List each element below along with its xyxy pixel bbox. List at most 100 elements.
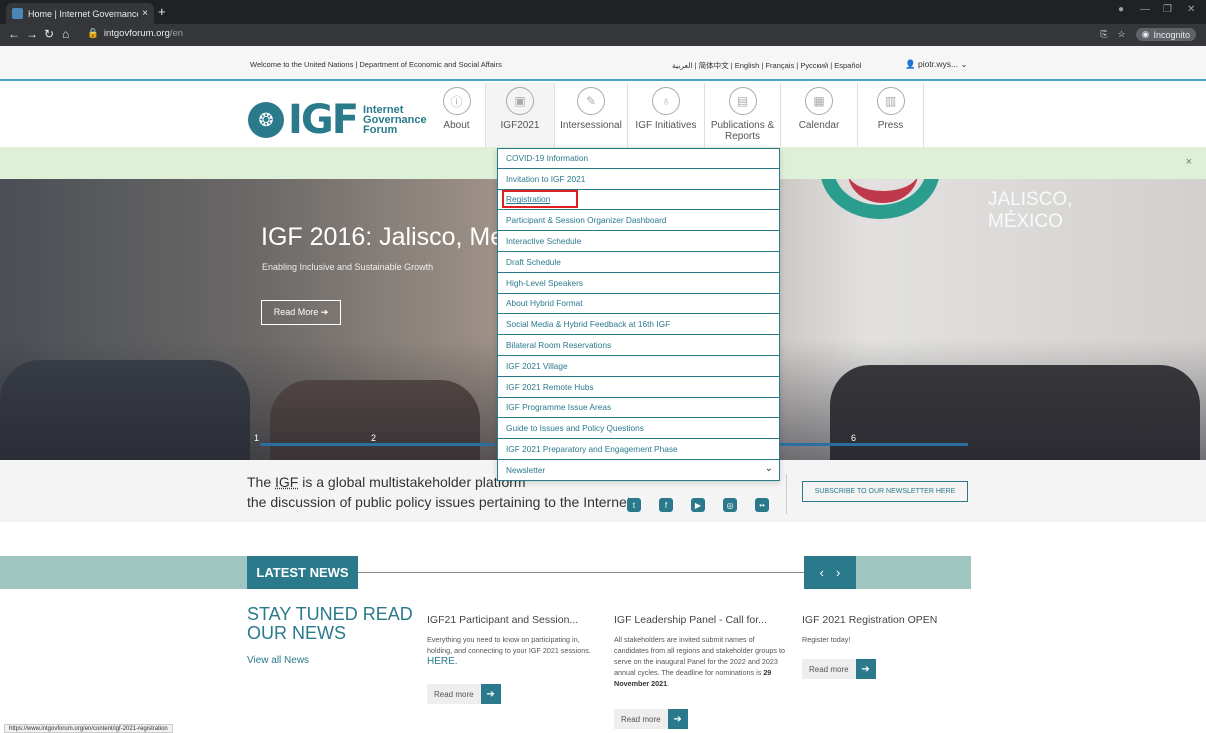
menu-item-issue-areas[interactable]: IGF Programme Issue Areas (497, 397, 780, 419)
news-card-text: Everything you need to know on participa… (427, 635, 591, 655)
menu-item-covid[interactable]: COVID-19 Information (497, 148, 780, 169)
chevron-left-icon[interactable]: ‹ (820, 565, 824, 580)
lock-icon: 🔒 (87, 28, 99, 39)
instagram-icon[interactable]: ◎ (723, 498, 737, 512)
menu-item-village[interactable]: IGF 2021 Village (497, 355, 780, 377)
menu-item-remote-hubs[interactable]: IGF 2021 Remote Hubs (497, 376, 780, 398)
new-tab-button[interactable]: + (158, 4, 166, 19)
un-separator: | (355, 60, 358, 69)
flickr-icon[interactable]: •• (755, 498, 769, 512)
menu-item-newsletter[interactable]: Newsletter ⌄ (497, 459, 780, 481)
profile-dot-icon[interactable]: ● (1118, 4, 1124, 15)
chevron-down-icon: ⌄ (764, 462, 773, 474)
close-window-icon[interactable]: ✕ (1187, 4, 1195, 15)
minimize-icon[interactable]: — (1140, 4, 1150, 15)
user-icon: 👤 (905, 59, 916, 69)
back-icon[interactable]: ← (8, 27, 20, 41)
menu-item-interactive-schedule[interactable]: Interactive Schedule (497, 231, 780, 252)
menu-item-label: About Hybrid Format (506, 298, 583, 309)
youtube-icon[interactable]: ▶ (691, 498, 705, 512)
un-welcome-link[interactable]: Welcome to the United Nations (250, 60, 353, 69)
menu-item-social-feedback[interactable]: Social Media & Hybrid Feedback at 16th I… (497, 314, 780, 336)
slide-dot-6[interactable]: 6 (851, 433, 856, 443)
logo-subtitle: Internet Governance Forum (363, 105, 427, 136)
chevron-right-icon[interactable]: › (836, 565, 840, 580)
menu-item-speakers[interactable]: High-Level Speakers (497, 272, 780, 294)
news-card-body: Register today! (802, 635, 851, 644)
browser-tab[interactable]: Home | Internet Governance Foru × (6, 3, 154, 24)
un-links: Welcome to the United Nations | Departme… (250, 60, 502, 69)
menu-item-label: IGF 2021 Remote Hubs (506, 381, 594, 392)
nav-igf2021[interactable]: ▣ IGF2021 (486, 83, 555, 147)
menu-item-preparatory-phase[interactable]: IGF 2021 Preparatory and Engagement Phas… (497, 439, 780, 460)
nav-publications[interactable]: ▤ Publications & Reports (705, 83, 781, 147)
twitter-icon[interactable]: t (627, 498, 641, 512)
latest-news-strip: LATEST NEWS ‹ › (0, 556, 1206, 589)
menu-item-invitation[interactable]: Invitation to IGF 2021 (497, 168, 780, 190)
news-card-body: All stakeholders are invited submit name… (614, 635, 786, 688)
nav-about[interactable]: ⓘ About (428, 83, 486, 147)
menu-item-policy-guide[interactable]: Guide to Issues and Policy Questions (497, 418, 780, 440)
igf-favicon-icon (12, 8, 23, 19)
news-card-title[interactable]: IGF Leadership Panel - Call for... (614, 614, 786, 626)
slide-dot-1[interactable]: 1 (254, 433, 259, 443)
close-icon[interactable]: × (1186, 156, 1192, 168)
latest-news-title: LATEST NEWS (247, 556, 358, 589)
site-header: ❂ IGF Internet Governance Forum ⓘ About … (0, 83, 1206, 147)
incognito-badge[interactable]: ◉ Incognito (1135, 28, 1196, 41)
nav-calendar[interactable]: ▦ Calendar (781, 83, 858, 147)
incognito-icon: ◉ (1141, 29, 1150, 39)
un-top-bar: Welcome to the United Nations | Departme… (0, 46, 1206, 81)
desa-link[interactable]: Department of Economic and Social Affair… (359, 60, 501, 69)
nav-label: IGF Initiatives (635, 120, 697, 131)
reload-icon[interactable]: ↻ (44, 27, 54, 41)
hero-read-more-button[interactable]: Read More ➔ (261, 300, 341, 325)
bookmark-star-icon[interactable]: ☆ (1118, 29, 1126, 40)
menu-item-label: Interactive Schedule (506, 236, 582, 247)
translate-icon[interactable]: ⎘ (1100, 29, 1107, 40)
info-icon: ⓘ (442, 87, 471, 115)
strip-accent-right (856, 556, 971, 589)
igf-abbr: IGF (275, 474, 299, 490)
news-carousel-controls: ‹ › (804, 556, 856, 589)
user-name: piotr.wys... (917, 59, 959, 69)
url-field[interactable]: 🔒 intgovforum.org/en (87, 28, 183, 39)
menu-item-label: Registration (501, 190, 579, 209)
nav-label: Intersessional (560, 120, 622, 131)
read-more-button-2[interactable]: Read more ➔ (614, 709, 688, 729)
backdrop-line-1: JALISCO, (988, 189, 1073, 210)
calendar-icon: ▣ (506, 87, 534, 115)
status-bar-url: https://www.intgovforum.org/en/content/i… (4, 724, 173, 733)
user-menu[interactable]: 👤 piotr.wys... ⌄ (905, 59, 968, 70)
slide-dot-2[interactable]: 2 (371, 433, 376, 443)
menu-item-hybrid-format[interactable]: About Hybrid Format (497, 293, 780, 315)
pen-icon: ✎ (577, 87, 605, 115)
here-link[interactable]: HERE. (427, 656, 458, 667)
read-more-button-1[interactable]: Read more ➔ (427, 684, 501, 704)
news-card-title[interactable]: IGF21 Participant and Session... (427, 614, 599, 626)
stay-tuned-heading: STAY TUNED READ OUR NEWS (247, 604, 413, 643)
news-card-1: IGF21 Participant and Session... Everyth… (427, 614, 599, 667)
menu-item-bilateral-rooms[interactable]: Bilateral Room Reservations (497, 335, 780, 356)
news-card-3: IGF 2021 Registration OPEN Register toda… (802, 614, 974, 645)
facebook-icon[interactable]: f (659, 498, 673, 512)
menu-item-dashboard[interactable]: Participant & Session Organizer Dashboar… (497, 210, 780, 232)
view-all-news-link[interactable]: View all News (247, 655, 309, 666)
read-more-button-3[interactable]: Read more ➔ (802, 659, 876, 679)
tab-close-icon[interactable]: × (142, 8, 148, 19)
forward-icon[interactable]: → (26, 27, 38, 41)
maximize-icon[interactable]: ❐ (1163, 4, 1172, 15)
menu-item-draft-schedule[interactable]: Draft Schedule (497, 251, 780, 273)
language-switcher[interactable]: العربية | 简体中文 | English | Français | Ру… (672, 60, 861, 71)
home-icon[interactable]: ⌂ (62, 27, 69, 41)
strip-accent-left (0, 556, 247, 589)
nav-press[interactable]: ▥ Press (858, 83, 924, 147)
news-card-title[interactable]: IGF 2021 Registration OPEN (802, 614, 974, 626)
hero-backdrop-text: JALISCO, MÉXICO (988, 189, 1072, 233)
subscribe-newsletter-button[interactable]: SUBSCRIBE TO OUR NEWSLETTER HERE (802, 481, 968, 502)
igf-logo[interactable]: ❂ IGF Internet Governance Forum (248, 97, 427, 143)
menu-item-registration[interactable]: Registration (497, 189, 780, 211)
menu-item-label: Draft Schedule (506, 256, 561, 267)
nav-igf-initiatives[interactable]: ♁ IGF Initiatives (628, 83, 705, 147)
nav-intersessional[interactable]: ✎ Intersessional (555, 83, 628, 147)
